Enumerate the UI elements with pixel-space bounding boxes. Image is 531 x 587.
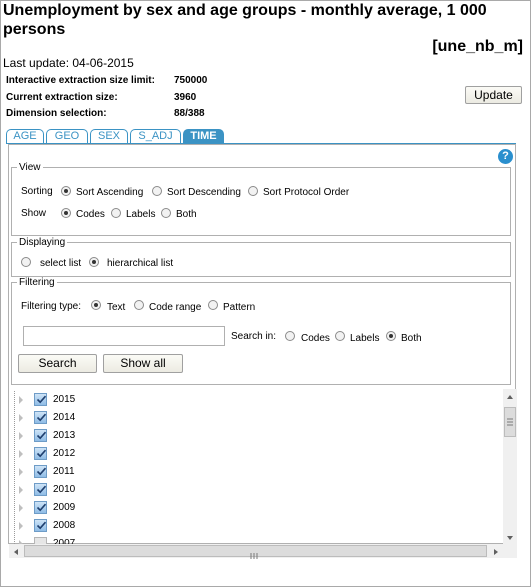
hierarchical-list-radio[interactable] (89, 257, 99, 267)
time-tree-list: 2015 2014 2013 2012 2011 2010 2009 2008 (9, 389, 503, 544)
displaying-legend: Displaying (19, 237, 66, 248)
displaying-fieldset: Displaying (11, 237, 511, 277)
search-in-labels-label: Labels (350, 333, 380, 344)
tab-s-adj[interactable]: S_ADJ (130, 129, 181, 143)
filter-pattern-radio[interactable] (208, 300, 218, 310)
expander-icon[interactable] (19, 396, 23, 404)
filter-pattern-label: Pattern (223, 302, 256, 313)
info-value: 3960 (174, 92, 197, 103)
sort-ascending-label: Sort Ascending (76, 187, 144, 198)
filter-text-label: Text (107, 302, 126, 313)
tree-item[interactable]: 2008 (9, 517, 209, 535)
scroll-left-arrow-icon[interactable] (9, 544, 23, 558)
tree-item-label: 2012 (53, 448, 76, 459)
info-value: 88/388 (174, 108, 205, 119)
checkbox-icon[interactable] (34, 519, 47, 532)
tree-item-label: 2011 (53, 466, 75, 477)
filtering-legend: Filtering (19, 277, 55, 288)
select-list-label: select list (40, 258, 82, 269)
show-all-button[interactable]: Show all (103, 354, 183, 373)
tree-item-label: 2013 (53, 430, 76, 441)
last-update-text: Last update: 04-06-2015 (3, 56, 134, 70)
checkbox-icon[interactable] (34, 447, 47, 460)
tab-sex[interactable]: SEX (90, 129, 128, 143)
tree-item-label: 2014 (53, 412, 76, 423)
expander-icon[interactable] (19, 486, 23, 494)
sort-protocol-label: Sort Protocol Order (263, 187, 350, 198)
checkbox-icon[interactable] (34, 411, 47, 424)
dataset-code: [une_nb_m] (432, 38, 523, 55)
tab-age[interactable]: AGE (6, 129, 44, 143)
tree-horizontal-scrollbar[interactable] (9, 544, 503, 559)
expander-icon[interactable] (19, 450, 23, 458)
filtering-type-label: Filtering type: (21, 301, 82, 312)
sort-descending-radio[interactable] (152, 186, 162, 196)
show-both-label: Both (176, 209, 197, 220)
tree-item[interactable]: 2012 (9, 445, 209, 463)
tree-item-label: 2009 (53, 502, 76, 513)
tree-item[interactable]: 2011 (9, 463, 209, 481)
show-labels-radio[interactable] (111, 208, 121, 218)
select-list-radio[interactable] (21, 257, 31, 267)
expander-icon[interactable] (19, 504, 23, 512)
search-button[interactable]: Search (18, 354, 97, 373)
search-in-both-label: Both (401, 333, 422, 344)
expander-icon[interactable] (19, 432, 23, 440)
search-in-codes-label: Codes (301, 333, 330, 344)
view-fieldset: View (11, 162, 511, 236)
search-in-labels-radio[interactable] (335, 331, 345, 341)
view-legend: View (19, 162, 41, 173)
sort-protocol-radio[interactable] (248, 186, 258, 196)
page-title: Unemployment by sex and age groups - mon… (3, 2, 487, 38)
tree-item-label: 2010 (53, 484, 76, 495)
tree-item[interactable]: 2009 (9, 499, 209, 517)
show-label: Show (21, 208, 47, 219)
search-in-label: Search in: (231, 331, 277, 342)
checkbox-icon[interactable] (34, 537, 47, 544)
tree-item[interactable]: 2015 (9, 391, 209, 409)
expander-icon[interactable] (19, 468, 23, 476)
sort-ascending-radio[interactable] (61, 186, 71, 196)
hierarchical-list-label: hierarchical list (107, 258, 174, 269)
checkbox-icon[interactable] (34, 465, 47, 478)
filter-code-range-label: Code range (149, 302, 202, 313)
show-both-radio[interactable] (161, 208, 171, 218)
info-label: Interactive extraction size limit: (6, 75, 155, 86)
scrollbar-corner (503, 544, 517, 558)
filter-code-range-radio[interactable] (134, 300, 144, 310)
show-codes-label: Codes (76, 209, 105, 220)
info-label: Dimension selection: (6, 108, 107, 119)
scroll-right-arrow-icon[interactable] (489, 544, 503, 558)
tree-item-label: 2008 (53, 520, 76, 531)
tree-item[interactable]: 2014 (9, 409, 209, 427)
tree-item[interactable]: 2013 (9, 427, 209, 445)
tab-time[interactable]: TIME (183, 129, 224, 143)
tree-item[interactable]: 2007 (9, 535, 209, 544)
sort-descending-label: Sort Descending (167, 187, 241, 198)
scroll-up-arrow-icon[interactable] (503, 389, 517, 403)
checkbox-icon[interactable] (34, 429, 47, 442)
tree-item-label: 2015 (53, 394, 76, 405)
tree-vertical-scrollbar[interactable] (503, 389, 517, 544)
checkbox-icon[interactable] (34, 501, 47, 514)
checkbox-icon[interactable] (34, 483, 47, 496)
update-button[interactable]: Update (465, 86, 522, 104)
sorting-label: Sorting (21, 186, 53, 197)
expander-icon[interactable] (19, 522, 23, 530)
show-labels-label: Labels (126, 209, 156, 220)
search-in-codes-radio[interactable] (285, 331, 295, 341)
vertical-scroll-thumb[interactable] (504, 407, 516, 437)
scroll-down-arrow-icon[interactable] (503, 530, 517, 544)
search-input[interactable] (23, 326, 225, 346)
expander-icon[interactable] (19, 414, 23, 422)
info-value: 750000 (174, 75, 208, 86)
search-in-both-radio[interactable] (386, 331, 396, 341)
tab-geo[interactable]: GEO (46, 129, 88, 143)
show-codes-radio[interactable] (61, 208, 71, 218)
filter-text-radio[interactable] (91, 300, 101, 310)
checkbox-icon[interactable] (34, 393, 47, 406)
horizontal-scroll-thumb[interactable] (24, 545, 487, 559)
tree-item[interactable]: 2010 (9, 481, 209, 499)
info-label: Current extraction size: (6, 92, 118, 103)
